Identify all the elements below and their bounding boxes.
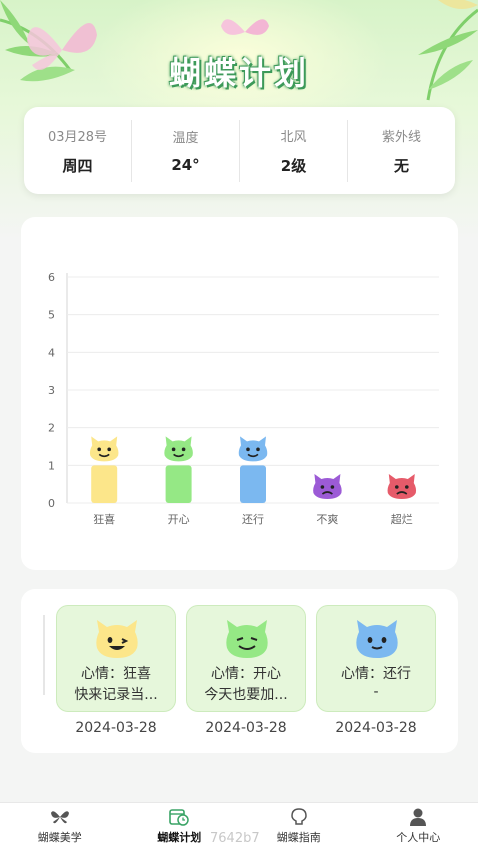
chart-bar: [240, 465, 266, 503]
butterfly-center-icon: [221, 19, 269, 35]
face-body: [313, 474, 342, 499]
y-tick-label: 5: [48, 309, 55, 322]
weather-value: 无: [393, 156, 409, 175]
mood-bar-chart: 0 1 2 3 4 5 6 狂喜 开心 还行 不爽 超烂: [48, 271, 439, 526]
face-eye: [330, 485, 335, 489]
bar-face-icon: [313, 474, 342, 499]
y-tick-label: 4: [48, 346, 55, 359]
weather-temperature: 温度 24°: [132, 119, 240, 182]
mood-entry[interactable]: 心情：还行 -: [316, 605, 436, 712]
mood-date: 2024-03-28: [205, 720, 287, 736]
face-eye: [97, 447, 101, 452]
y-tick-label: 3: [48, 384, 55, 397]
weather-label: 03月28号: [47, 129, 108, 145]
y-tick-label: 6: [48, 271, 55, 284]
calendar-clock-icon: [169, 809, 189, 826]
bar-face-icon: [89, 436, 119, 462]
face-eye: [107, 447, 111, 452]
tab-label: 蝴蝶计划: [157, 831, 202, 844]
x-tick-label: 超烂: [391, 512, 413, 526]
face-eye: [256, 447, 260, 452]
weather-wind: 北风 2级: [240, 119, 348, 182]
face-body: [164, 436, 193, 462]
butterfly-icon: [50, 811, 69, 824]
chart-bar: [165, 465, 192, 503]
weather-value: 2级: [280, 156, 307, 175]
tab-butterfly-aesthetics[interactable]: 蝴蝶美学: [0, 803, 120, 850]
lightbulb-icon: [290, 808, 307, 825]
mood-face-icon: [226, 620, 268, 658]
mood-entry[interactable]: 心情：开心 今天也要加...: [186, 605, 306, 712]
face-eye: [320, 485, 325, 489]
face-eye: [246, 447, 250, 452]
face-body: [387, 474, 417, 499]
face-eye: [171, 447, 176, 452]
mood-date: 2024-03-28: [335, 720, 417, 736]
mood-face-icon: [356, 620, 398, 658]
mood-date: 2024-03-28: [75, 720, 157, 736]
person-icon: [410, 808, 427, 826]
page-title: 蝴蝶计划: [168, 54, 309, 92]
y-tick-label: 1: [48, 459, 55, 472]
tab-profile[interactable]: 个人中心: [359, 803, 478, 850]
weather-card: 03月28号 周四 温度 24° 北风 2级 紫外线 无: [24, 107, 455, 194]
face-eye: [395, 485, 399, 489]
mood-entry[interactable]: 心情：狂喜 快来记录当...: [56, 605, 176, 712]
y-tick-label: 0: [48, 497, 55, 510]
weather-label: 紫外线: [381, 129, 421, 145]
mood-label: 心情：开心: [211, 666, 281, 682]
bar-face-icon: [238, 436, 268, 462]
weather-value: 24°: [171, 156, 200, 174]
mood-label: 心情：狂喜: [81, 666, 151, 682]
x-tick-label: 还行: [242, 513, 264, 526]
face-eye: [405, 485, 409, 489]
weather-label: 温度: [172, 131, 199, 146]
mood-label: 心情：还行: [341, 666, 411, 682]
mood-chart-card: 0 1 2 3 4 5 6 狂喜 开心 还行 不爽 超烂: [21, 217, 458, 570]
mood-note: 今天也要加...: [204, 687, 288, 703]
mood-scroll-indicator: [43, 615, 45, 695]
tab-label: 个人中心: [396, 831, 441, 844]
face-body: [89, 436, 119, 462]
weather-value: 周四: [62, 156, 93, 175]
mood-note: 快来记录当...: [74, 687, 158, 703]
weather-uv: 紫外线 无: [348, 120, 455, 182]
face-body: [238, 436, 268, 462]
weather-date: 03月28号 周四: [24, 119, 132, 182]
mood-face-icon: [96, 620, 138, 658]
x-tick-label: 狂喜: [93, 513, 115, 526]
mood-note: -: [373, 684, 379, 700]
bar-face-icon: [387, 474, 417, 499]
tab-label: 蝴蝶指南: [276, 831, 321, 844]
tab-label: 蝴蝶美学: [37, 831, 82, 844]
watermark-text: 7642b7: [210, 831, 260, 846]
chart-bar: [91, 465, 118, 503]
mood-history-card: 心情：狂喜 快来记录当... 2024-03-28 心情：开心 今天也要加...…: [21, 589, 458, 753]
face-eye: [181, 447, 186, 452]
y-tick-label: 2: [48, 422, 55, 435]
bar-face-icon: [164, 436, 193, 462]
weather-label: 北风: [280, 129, 307, 145]
x-tick-label: 不爽: [316, 513, 338, 526]
x-tick-label: 开心: [168, 513, 190, 526]
